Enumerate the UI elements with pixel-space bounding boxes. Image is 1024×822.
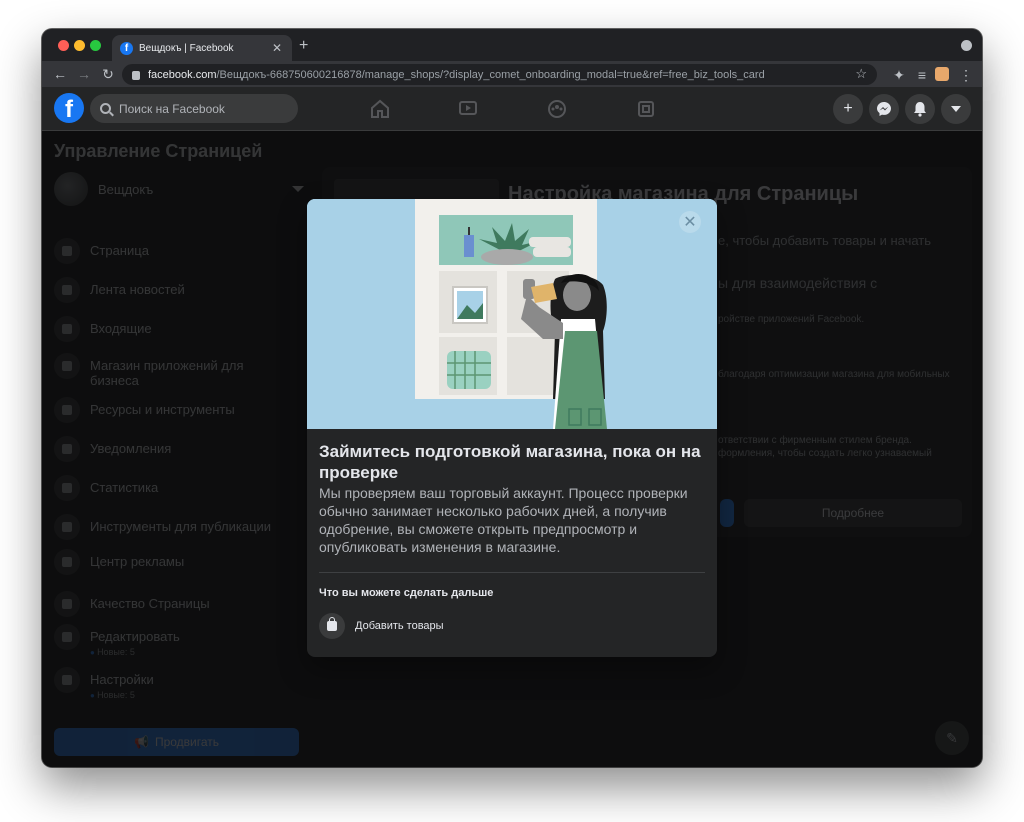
- media-queue-icon[interactable]: ≡: [910, 67, 934, 83]
- account-menu-caret-icon[interactable]: [941, 94, 971, 124]
- chrome-menu-icon[interactable]: ⋮: [954, 67, 978, 84]
- add-products-action[interactable]: Добавить товары: [319, 613, 444, 639]
- tab-close-icon[interactable]: ✕: [270, 41, 284, 55]
- modal-title: Займитесь подготовкой магазина, пока он …: [319, 442, 701, 482]
- watch-icon[interactable]: [458, 99, 478, 119]
- create-plus-button[interactable]: +: [833, 94, 863, 124]
- gaming-icon[interactable]: [636, 99, 656, 119]
- search-icon: [100, 103, 111, 114]
- shop-illustration: [307, 199, 717, 429]
- back-icon[interactable]: ←: [48, 66, 72, 82]
- browser-window: f Вещдокъ | Facebook ✕ + ← → ↻ facebook.…: [42, 29, 982, 767]
- tab-strip: f Вещдокъ | Facebook ✕ +: [42, 29, 982, 61]
- address-bar[interactable]: facebook.com /Вещдокъ-668750600216878/ma…: [122, 64, 877, 85]
- minimize-window-button[interactable]: [74, 40, 85, 51]
- url-host: facebook.com: [148, 68, 217, 81]
- new-tab-icon[interactable]: +: [299, 37, 308, 55]
- groups-icon[interactable]: [547, 99, 567, 119]
- browser-toolbar: ← → ↻ facebook.com /Вещдокъ-668750600216…: [42, 61, 982, 87]
- maximize-window-button[interactable]: [90, 40, 101, 51]
- facebook-logo-icon[interactable]: f: [54, 93, 84, 123]
- browser-tab[interactable]: f Вещдокъ | Facebook ✕: [112, 35, 292, 61]
- shopping-bag-icon: [319, 613, 345, 639]
- onboarding-modal: ✕ Займитесь подготовкой магазина, пока о…: [307, 199, 717, 657]
- facebook-favicon-icon: f: [120, 41, 133, 55]
- extensions-puzzle-icon[interactable]: ✦: [887, 67, 911, 84]
- next-steps-heading: Что вы можете сделать дальше: [319, 587, 494, 599]
- divider: [319, 572, 705, 573]
- messenger-icon[interactable]: [869, 94, 899, 124]
- bookmark-star-icon[interactable]: ☆: [855, 66, 867, 82]
- lock-icon: [132, 71, 140, 80]
- facebook-header: f +: [42, 87, 982, 131]
- search-input[interactable]: [119, 101, 289, 116]
- close-icon[interactable]: ✕: [679, 211, 701, 233]
- forward-icon[interactable]: →: [72, 66, 96, 82]
- tab-title: Вещдокъ | Facebook: [139, 42, 234, 54]
- facebook-search[interactable]: [90, 94, 298, 123]
- notifications-bell-icon[interactable]: [905, 94, 935, 124]
- url-path: /Вещдокъ-668750600216878/manage_shops/?d…: [216, 68, 765, 81]
- tab-search-icon[interactable]: [961, 40, 972, 51]
- modal-body: Мы проверяем ваш торговый аккаунт. Проце…: [319, 485, 688, 555]
- close-window-button[interactable]: [58, 40, 69, 51]
- add-products-label: Добавить товары: [355, 620, 444, 632]
- profile-avatar[interactable]: [935, 67, 949, 81]
- reload-icon[interactable]: ↻: [96, 66, 120, 83]
- home-icon[interactable]: [370, 99, 390, 119]
